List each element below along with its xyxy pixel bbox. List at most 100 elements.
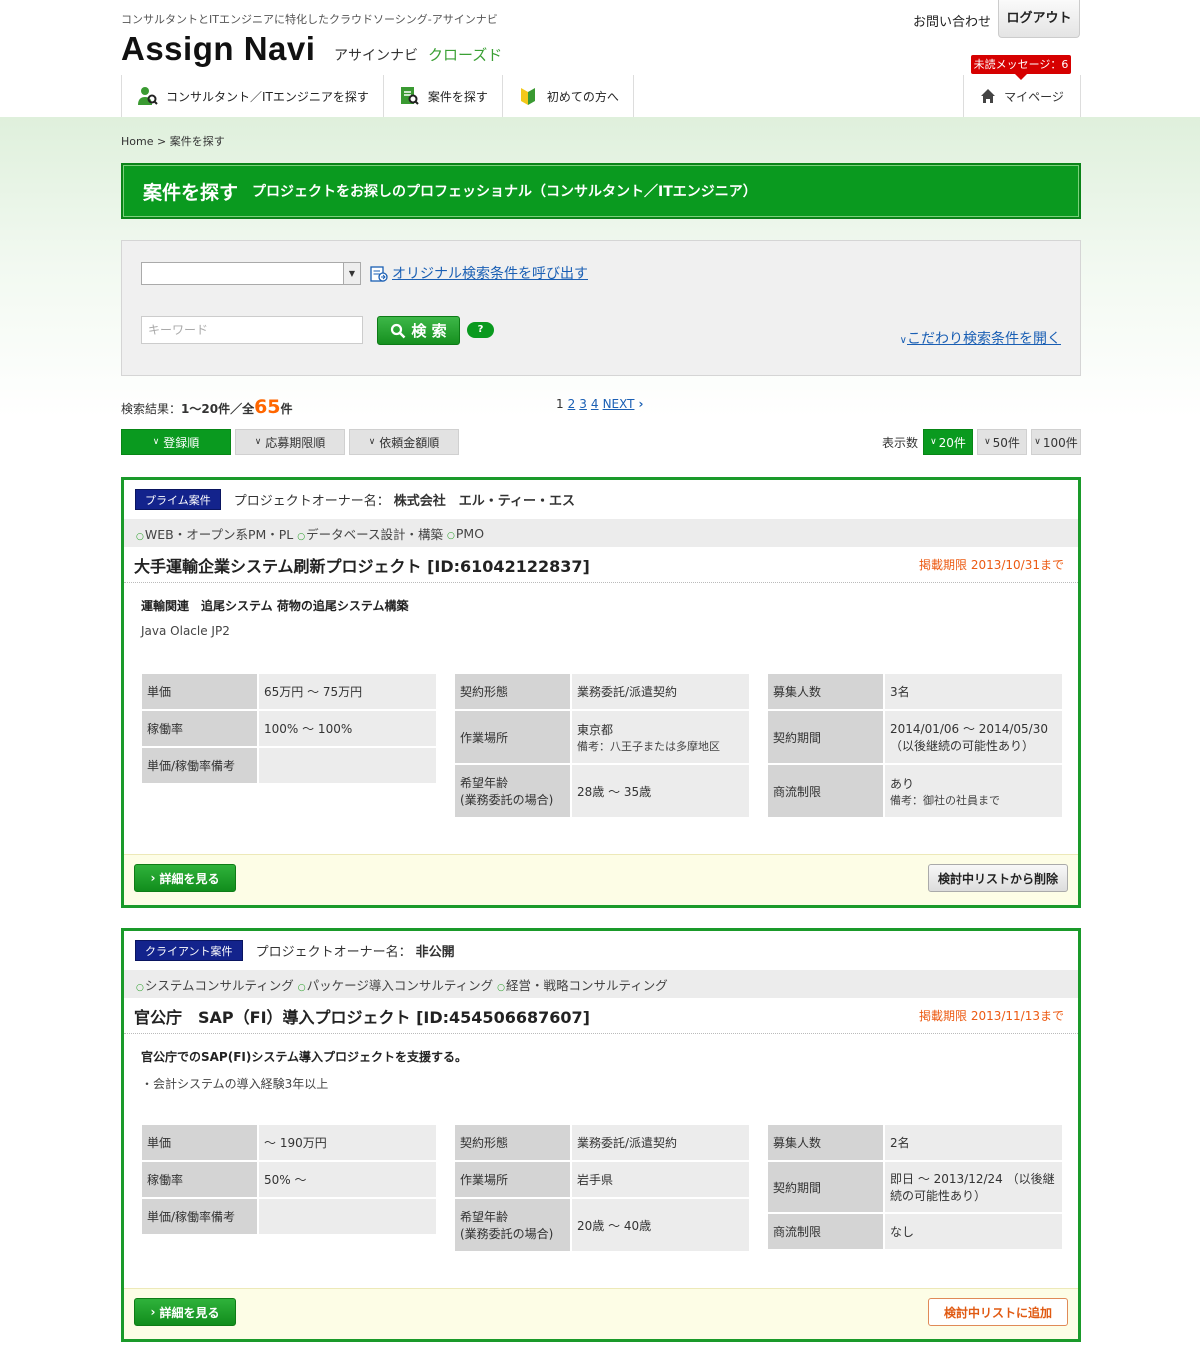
global-nav: コンサルタント／ITエンジニアを探す 案件を探す 初めての方へ: [121, 75, 634, 117]
spec-key: 商流制限: [768, 1214, 885, 1249]
nav-label: 案件を探す: [427, 89, 488, 104]
spec-row: 契約期間 2014/01/06 〜 2014/05/30 （以後継続の可能性あり）: [768, 711, 1062, 765]
spec-value: 65万円 〜 75万円: [259, 674, 436, 709]
spec-value: 50% 〜: [259, 1162, 436, 1197]
spec-row: 単価 65万円 〜 75万円: [142, 674, 436, 711]
spec-row: 募集人数 3名: [768, 674, 1062, 711]
spec-value-text: 3名: [890, 685, 910, 699]
page-subtitle: プロジェクトをお探しのプロフェッショナル（コンサルタント／ITエンジニア）: [252, 184, 757, 200]
spec-row: 希望年齢 (業務委託の場合) 20歳 〜 40歳: [455, 1199, 749, 1253]
beginner-mark-icon: [520, 88, 535, 105]
nav-label: 初めての方へ: [546, 89, 619, 104]
chevron-down-icon: ∨: [368, 437, 376, 447]
page-current: 1: [556, 397, 564, 411]
sort-amount[interactable]: ∨ 依頼金額順: [349, 429, 459, 455]
spec-value: 〜 190万円: [259, 1125, 436, 1160]
project-title[interactable]: 官公庁 SAP（FI）導入プロジェクト [ID:454506687607]: [134, 1004, 590, 1028]
call-saved-search-link[interactable]: オリジナル検索条件を呼び出す: [392, 263, 588, 283]
spec-value-text: 東京都: [577, 722, 614, 737]
page-size-20[interactable]: ∨ 20件: [923, 429, 973, 455]
spec-note: 備考：御社の社員まで: [890, 793, 1000, 807]
advanced-search-link[interactable]: こだわり検索条件を開く: [907, 331, 1061, 347]
spec-value: 28歳 〜 35歳: [572, 765, 749, 817]
page-size-100[interactable]: ∨ 100件: [1031, 429, 1081, 455]
spec-table-recruit: 募集人数 2名 契約期間 即日 〜 2013/12/24 （以後継続の可能性あり） …: [768, 1125, 1062, 1253]
search-button[interactable]: 検 索: [377, 316, 460, 345]
view-details-button[interactable]: › 詳細を見る: [134, 1298, 236, 1326]
spec-note: 備考：八王子または多摩地区: [577, 739, 720, 753]
page-link[interactable]: 4: [591, 397, 599, 411]
mypage-label: マイページ: [1004, 89, 1064, 104]
page-title: 案件を探す: [143, 181, 239, 204]
next-page-link[interactable]: NEXT: [603, 397, 635, 411]
spec-value: あり 備考：御社の社員まで: [885, 765, 1062, 817]
description-sub: Java Olacle JP2: [141, 624, 230, 638]
breadcrumb: Home > 案件を探す: [121, 135, 225, 148]
project-type-badge: クライアント案件: [135, 940, 243, 961]
spec-value: 東京都備考：八王子または多摩地区: [572, 711, 749, 763]
chevron-down-icon: ∨: [984, 437, 991, 447]
skill-tags: システムコンサルティング パッケージ導入コンサルティング 経営・戦略コンサルティ…: [124, 970, 1078, 998]
spec-row: 稼働率 100% 〜 100%: [142, 711, 436, 748]
spec-row: 作業場所 岩手県: [455, 1162, 749, 1199]
project-title-row: 官公庁 SAP（FI）導入プロジェクト [ID:454506687607] 掲載…: [124, 998, 1078, 1034]
spec-key: 希望年齢 (業務委託の場合): [455, 765, 572, 817]
sort-deadline[interactable]: ∨ 応募期限順: [235, 429, 345, 455]
saved-search-select[interactable]: ▼: [141, 262, 361, 285]
nav-beginners[interactable]: 初めての方へ: [503, 75, 634, 117]
spec-value-text: 2名: [890, 1136, 910, 1150]
help-button[interactable]: ?: [467, 322, 494, 338]
spec-row: 契約形態 業務委託/派遣契約: [455, 1125, 749, 1162]
page-title-bar: 案件を探す プロジェクトをお探しのプロフェッショナル（コンサルタント／ITエンジ…: [121, 163, 1081, 219]
logo-kana: アサインナビ: [334, 48, 418, 64]
result-range: 1〜20件／全: [181, 402, 255, 416]
page-link[interactable]: 2: [568, 397, 576, 411]
nav-find-projects[interactable]: 案件を探す: [384, 75, 503, 117]
logout-button[interactable]: ログアウト: [998, 0, 1080, 38]
spec-value-text: 岩手県: [577, 1173, 614, 1187]
search-icon: [391, 323, 406, 338]
mypage-link[interactable]: マイページ: [963, 75, 1081, 117]
inquiry-link[interactable]: お問い合わせ: [913, 11, 991, 30]
chevron-down-icon[interactable]: ▼: [343, 263, 360, 284]
spec-value-text: 28歳 〜 35歳: [577, 784, 652, 799]
spec-table-recruit: 募集人数 3名 契約期間 2014/01/06 〜 2014/05/30 （以後継続…: [768, 674, 1062, 819]
spec-key: 稼働率: [142, 1162, 259, 1197]
site-logo[interactable]: Assign Navi: [121, 30, 315, 68]
page-link[interactable]: 3: [579, 397, 587, 411]
spec-row: 希望年齢 (業務委託の場合) 28歳 〜 35歳: [455, 765, 749, 819]
search-button-label: 検 索: [411, 322, 447, 340]
spec-table-rate: 単価 65万円 〜 75万円 稼働率 100% 〜 100% 単価/稼働率備考: [142, 674, 436, 819]
unread-messages-badge[interactable]: 未読メッセージ：6: [971, 55, 1071, 80]
project-specs: 単価 65万円 〜 75万円 稼働率 100% 〜 100% 単価/稼働率備考 契約…: [142, 674, 1062, 819]
button-label: 詳細を見る: [159, 1305, 220, 1320]
spec-key: 稼働率: [142, 711, 259, 746]
remove-from-watchlist-button[interactable]: 検討中リストから削除: [928, 864, 1068, 892]
spec-value-text: 100% 〜 100%: [264, 722, 353, 736]
sort-label: 依頼金額順: [379, 435, 440, 450]
skill-tag: PMO: [447, 526, 484, 541]
spec-value: 即日 〜 2013/12/24 （以後継続の可能性あり）: [885, 1162, 1062, 1212]
spec-key: 募集人数: [768, 674, 885, 709]
skill-tag: 経営・戦略コンサルティング: [497, 975, 668, 994]
keyword-input[interactable]: [141, 316, 363, 344]
sort-registered[interactable]: ∨ 登録順: [121, 429, 231, 455]
skill-tag: WEB・オープン系PM・PL: [136, 524, 293, 543]
person-search-icon: [138, 87, 158, 105]
chevron-right-icon: ›: [638, 397, 644, 411]
owner-name: 株式会社 エル・ティー・エス: [393, 494, 576, 509]
spec-row: 契約形態 業務委託/派遣契約: [455, 674, 749, 711]
advanced-search-toggle[interactable]: ∨こだわり検索条件を開く: [900, 328, 1061, 348]
project-owner: プロジェクトオーナー名： 非公開: [256, 941, 455, 960]
spec-value-text: 業務委託/派遣契約: [577, 1136, 678, 1150]
page-size-50[interactable]: ∨ 50件: [977, 429, 1027, 455]
view-details-button[interactable]: › 詳細を見る: [134, 864, 236, 892]
spec-value-text: 業務委託/派遣契約: [577, 685, 678, 699]
add-to-watchlist-button[interactable]: 検討中リストに追加: [928, 1298, 1068, 1326]
project-title[interactable]: 大手運輸企業システム刷新プロジェクト [ID:61042122837]: [134, 553, 590, 577]
nav-find-consultants[interactable]: コンサルタント／ITエンジニアを探す: [122, 75, 384, 117]
pagination: 1 2 3 4 NEXT ›: [556, 397, 647, 411]
saved-search-icon: [370, 266, 388, 282]
skill-tags: WEB・オープン系PM・PL データベース設計・構築 PMO: [124, 519, 1078, 547]
spec-key: 単価/稼働率備考: [142, 748, 259, 783]
